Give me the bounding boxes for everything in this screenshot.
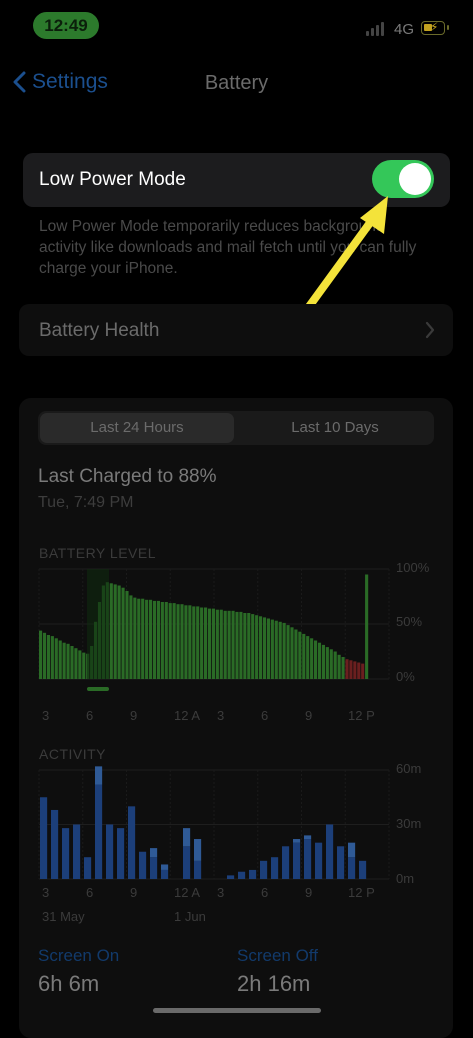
- navigation-bar: Settings Battery: [0, 62, 473, 106]
- activity-bar-screen-on: [40, 797, 48, 879]
- home-indicator[interactable]: [153, 1008, 321, 1013]
- activity-bar-screen-on: [293, 842, 301, 879]
- battery-charging-icon: ⚡: [421, 20, 449, 35]
- date-label: 31 May: [42, 909, 85, 924]
- activity-bar-screen-on: [139, 851, 147, 879]
- activity-bar-screen-on: [194, 860, 202, 879]
- activity-bar-screen-on: [183, 846, 191, 879]
- network-type: 4G: [394, 21, 415, 38]
- activity-bar-screen-off: [348, 842, 356, 858]
- screen-on-label: Screen On: [38, 946, 120, 965]
- activity-bar-screen-on: [117, 828, 125, 879]
- activity-chart: [38, 766, 390, 880]
- activity-bar-screen-off: [95, 766, 103, 785]
- activity-bar-screen-on: [106, 824, 114, 879]
- activity-bar-screen-on: [271, 857, 279, 879]
- activity-bar-screen-off: [304, 835, 312, 840]
- screen-off-value: 2h 16m: [237, 971, 311, 996]
- arrow-annotation-icon: [304, 196, 388, 312]
- activity-bar-screen-on: [337, 846, 345, 879]
- activity-bar-screen-off: [194, 839, 202, 861]
- activity-bar-screen-on: [260, 860, 268, 879]
- activity-bar-screen-on: [359, 860, 367, 879]
- activity-bar-screen-on: [73, 824, 81, 879]
- activity-bar-screen-on: [51, 809, 59, 879]
- activity-bar-screen-on: [315, 842, 323, 879]
- activity-bar-screen-on: [227, 875, 235, 879]
- activity-bar-screen-on: [282, 846, 290, 879]
- activity-bar-screen-on: [249, 869, 257, 879]
- activity-bar-screen-on: [128, 806, 136, 879]
- activity-bar-screen-off: [183, 828, 191, 847]
- activity-bar-screen-on: [326, 824, 334, 879]
- date-label: 1 Jun: [174, 909, 206, 924]
- low-power-mode-label: Low Power Mode: [39, 169, 186, 190]
- battery-health-row[interactable]: Battery Health: [19, 304, 453, 356]
- chevron-right-icon: [425, 321, 435, 339]
- battery-health-label: Battery Health: [39, 320, 160, 341]
- activity-bar-screen-off: [161, 864, 169, 870]
- activity-bar-screen-off: [150, 848, 158, 858]
- activity-bar-screen-on: [161, 869, 169, 879]
- page-title: Battery: [204, 72, 269, 94]
- activity-bar-screen-on: [84, 857, 92, 879]
- status-bar: 12:49 4G ⚡: [0, 0, 473, 52]
- activity-bar-screen-off: [293, 839, 301, 843]
- activity-bar-screen-on: [348, 857, 356, 879]
- activity-bar-screen-on: [304, 839, 312, 879]
- screen-on-value: 6h 6m: [38, 971, 100, 996]
- activity-bar-screen-on: [95, 784, 103, 879]
- activity-bar-screen-on: [62, 828, 70, 879]
- activity-bar-screen-on: [150, 857, 158, 879]
- activity-bar-screen-on: [238, 871, 246, 879]
- battery-usage-card: Last 24 Hours Last 10 Days Last Charged …: [19, 398, 453, 1038]
- screen-off-label: Screen Off: [237, 946, 318, 965]
- status-time: 12:49: [33, 12, 99, 39]
- cellular-signal-icon: [366, 22, 384, 36]
